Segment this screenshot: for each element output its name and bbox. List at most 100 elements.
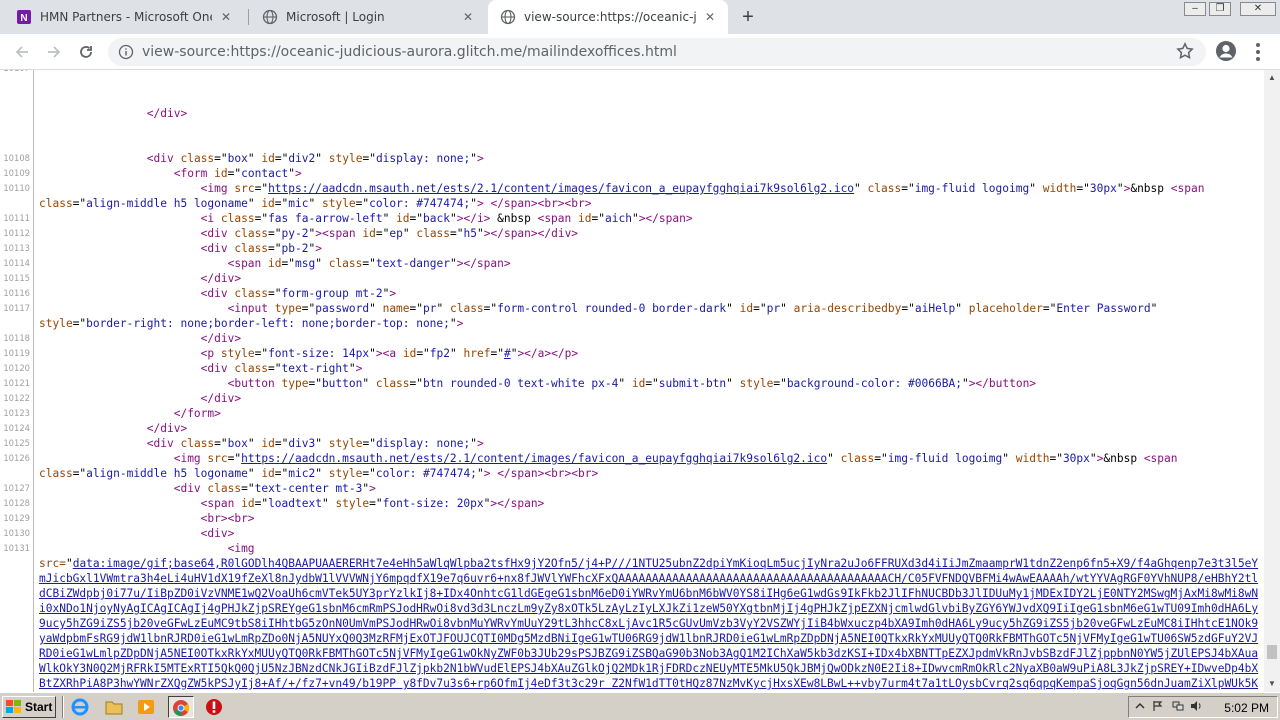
profile-avatar-icon[interactable] bbox=[1215, 40, 1237, 62]
volume-icon[interactable] bbox=[1189, 700, 1203, 714]
back-button[interactable] bbox=[10, 40, 34, 64]
close-tab-icon[interactable]: ✕ bbox=[702, 9, 718, 25]
tab-view-source[interactable]: view-source:https://oceanic-judicious ✕ bbox=[488, 0, 728, 34]
source-line: 10119 <p style="font-size: 14px"><a id="… bbox=[0, 346, 1264, 361]
line-code: <div class="form-group mt-2"> bbox=[200, 287, 397, 300]
source-line: 10116 <div class="form-group mt-2"> bbox=[0, 286, 1264, 301]
line-code: <br><br> bbox=[200, 512, 255, 525]
line-number: 10117 bbox=[3, 303, 30, 313]
source-line: 10123 </form> bbox=[0, 406, 1264, 421]
flag-icon[interactable] bbox=[1151, 700, 1165, 714]
line-code: </div> bbox=[200, 332, 242, 345]
globe-icon bbox=[262, 9, 278, 25]
kebab-menu-icon[interactable] bbox=[1256, 43, 1260, 61]
attribute-name: src= bbox=[39, 557, 66, 570]
info-icon[interactable] bbox=[118, 44, 134, 60]
close-tab-icon[interactable]: ✕ bbox=[218, 9, 234, 25]
taskbar-divider bbox=[62, 696, 64, 718]
maximize-button[interactable]: ❐ bbox=[1209, 2, 1231, 16]
line-number: 10120 bbox=[3, 363, 30, 373]
scroll-thumb[interactable] bbox=[1267, 645, 1277, 659]
line-code: <div class="text-center mt-3"> bbox=[173, 482, 376, 495]
tab-microsoft-login[interactable]: Microsoft | Login ✕ bbox=[250, 0, 486, 34]
opera-icon[interactable] bbox=[204, 697, 224, 717]
scroll-down-arrow-icon[interactable]: ▼ bbox=[1264, 676, 1280, 692]
line-number: 10116 bbox=[3, 288, 30, 298]
source-line: 10118 </div> bbox=[0, 331, 1264, 346]
source-line: 10126 <img src="https://aadcdn.msauth.ne… bbox=[0, 451, 1264, 466]
source-line: 10128 <span id="loadtext" style="font-si… bbox=[0, 496, 1264, 511]
line-number: 10109 bbox=[3, 168, 30, 178]
network-icon[interactable] bbox=[1171, 700, 1185, 714]
source-line: 10120 <div class="text-right"> bbox=[0, 361, 1264, 376]
address-bar[interactable]: view-source:https://oceanic-judicious-au… bbox=[108, 38, 1206, 66]
forward-arrow-icon bbox=[48, 46, 61, 58]
data-uri-body[interactable]: ,R0lGODlh4QBAAPUAAERERHt7e4eHh5aWlqWlpba… bbox=[39, 557, 1258, 692]
vertical-scrollbar[interactable]: ▲ ▼ bbox=[1264, 70, 1280, 692]
close-window-button[interactable]: ✕ bbox=[1240, 2, 1276, 16]
start-button[interactable]: Start bbox=[2, 696, 56, 718]
line-code: <button type="button" class="btn rounded… bbox=[227, 377, 1037, 390]
line-number: 10131 bbox=[3, 543, 30, 553]
clock: 5:02 PM bbox=[1224, 701, 1269, 715]
source-line: 10111 <i class="fas fa-arrow-left" id="b… bbox=[0, 211, 1264, 226]
minimize-button[interactable]: – bbox=[1184, 2, 1206, 16]
line-code: <img src="https://aadcdn.msauth.net/ests… bbox=[173, 452, 1178, 465]
data-uri-link[interactable]: data:image/gif;base64 bbox=[73, 557, 214, 570]
tab-divider bbox=[248, 9, 249, 25]
source-line-continuation: class="align-middle h5 logoname" id="mic… bbox=[0, 196, 1264, 211]
source-line: 10108 <div class="box" id="div2" style="… bbox=[0, 151, 1264, 166]
line-code: <div class="pb-2"> bbox=[200, 242, 322, 255]
line-code: <div class="box" id="div3" style="displa… bbox=[146, 437, 484, 450]
line-code: <img bbox=[227, 542, 255, 555]
system-tray: 5:02 PM bbox=[1128, 696, 1278, 718]
media-player-icon[interactable] bbox=[136, 697, 156, 717]
source-line: 10115 </div> bbox=[0, 271, 1264, 286]
globe-icon bbox=[500, 9, 516, 25]
line-number: 10123 bbox=[3, 408, 30, 418]
line-number: 10107 bbox=[0, 70, 30, 76]
source-line: 10114 <span id="msg" class="text-danger"… bbox=[0, 256, 1264, 271]
line-code: </form> bbox=[173, 407, 221, 420]
folder-icon[interactable] bbox=[104, 697, 124, 717]
notification-chevron-icon[interactable] bbox=[1133, 700, 1147, 714]
line-code: src="data:image/gif;base64,R0lGODlh4QBAA… bbox=[39, 556, 1261, 692]
url-text[interactable]: view-source:https://oceanic-judicious-au… bbox=[142, 44, 677, 60]
internet-explorer-icon[interactable] bbox=[70, 697, 90, 717]
chrome-taskbar-icon[interactable] bbox=[168, 696, 194, 718]
line-code: <form id="contact"> bbox=[173, 167, 302, 180]
source-line: 10125 <div class="box" id="div3" style="… bbox=[0, 436, 1264, 451]
line-code: style="border-right: none;border-left: n… bbox=[39, 317, 464, 330]
line-code: <div class="py-2"><span id="ep" class="h… bbox=[200, 227, 579, 240]
line-code: class="align-middle h5 logoname" id="mic… bbox=[39, 197, 592, 210]
line-number: 10124 bbox=[3, 423, 30, 433]
forward-button[interactable] bbox=[42, 40, 66, 64]
tab-title: view-source:https://oceanic-judicious bbox=[524, 10, 696, 24]
browser-toolbar: view-source:https://oceanic-judicious-au… bbox=[0, 34, 1280, 70]
source-line: 10124 </div> bbox=[0, 421, 1264, 436]
source-line: 10127 <div class="text-center mt-3"> bbox=[0, 481, 1264, 496]
line-code: </div> bbox=[146, 107, 188, 120]
close-tab-icon[interactable]: ✕ bbox=[460, 9, 476, 25]
reload-button[interactable] bbox=[74, 40, 98, 64]
line-code: class="align-middle h5 logoname" id="mic… bbox=[39, 467, 599, 480]
source-line: 10130 <div> bbox=[0, 526, 1264, 541]
tab-strip: N HMN Partners - Microsoft OneNote O ✕ M… bbox=[0, 0, 1280, 34]
source-line: 10122 </div> bbox=[0, 391, 1264, 406]
bookmark-star-icon[interactable] bbox=[1176, 42, 1194, 65]
line-number: 10122 bbox=[3, 393, 30, 403]
svg-text:N: N bbox=[20, 13, 27, 24]
source-line: 10117 <input type="password" name="pr" c… bbox=[0, 301, 1264, 316]
taskbar: Start 5:02 PM bbox=[0, 692, 1280, 720]
back-arrow-icon bbox=[15, 46, 28, 58]
source-code: 10107 </div> 10108 <div class="box" id="… bbox=[0, 70, 1264, 692]
windows-logo-icon bbox=[6, 700, 21, 713]
line-number: 10114 bbox=[3, 258, 30, 268]
scroll-up-arrow-icon[interactable]: ▲ bbox=[1264, 70, 1280, 86]
onenote-icon: N bbox=[16, 9, 32, 25]
tab-onenote[interactable]: N HMN Partners - Microsoft OneNote O ✕ bbox=[4, 0, 244, 34]
line-code: <div class="text-right"> bbox=[200, 362, 363, 375]
new-tab-button[interactable]: + bbox=[738, 7, 758, 27]
line-number: 10108 bbox=[3, 153, 30, 163]
line-code: <p style="font-size: 14px"><a id="fp2" h… bbox=[200, 347, 579, 360]
